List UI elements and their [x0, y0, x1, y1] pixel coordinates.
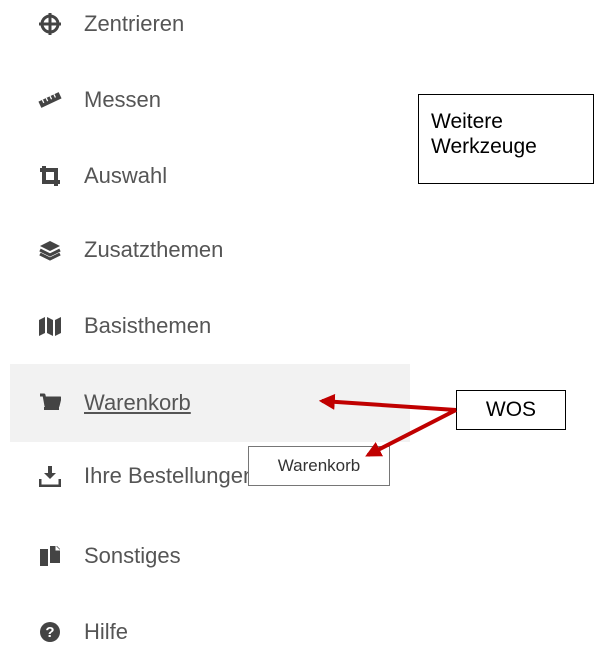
menu-item-label: Warenkorb [84, 390, 191, 415]
menu-item-label: Hilfe [84, 619, 129, 644]
crosshairs-icon [38, 12, 62, 36]
menu-item-zusatzthemen[interactable]: Zusatzthemen [10, 226, 410, 274]
download-icon [38, 464, 62, 488]
map-icon [38, 314, 62, 338]
help-icon: ? [38, 620, 62, 644]
files-icon [38, 544, 62, 568]
menu-item-hilfe[interactable]: ? Hilfe [10, 608, 410, 656]
callout-line: Werkzeuge [431, 135, 537, 158]
menu-item-label: Messen [84, 87, 162, 112]
menu-item-label: Zusatzthemen [84, 237, 224, 262]
menu-item-label: Basisthemen [84, 313, 212, 338]
callout-line: Weitere [431, 110, 503, 133]
menu-item-label: Zentrieren [84, 11, 185, 36]
menu-item-label: Ihre Bestellungen [84, 463, 256, 488]
menu-item-auswahl[interactable]: Auswahl [10, 152, 410, 200]
menu-item-label: Sonstiges [84, 543, 181, 568]
menu-item-sonstiges[interactable]: Sonstiges [10, 532, 410, 580]
svg-text:?: ? [45, 624, 54, 641]
crop-icon [38, 164, 62, 188]
menu-item-warenkorb[interactable]: Warenkorb [10, 364, 410, 442]
ruler-icon [38, 88, 62, 112]
callout-weitere-werkzeuge: Weitere Werkzeuge [418, 94, 594, 184]
menu-item-messen[interactable]: Messen [10, 76, 410, 124]
tooltip-warenkorb: Warenkorb [248, 446, 390, 486]
menu-item-label: Auswahl [84, 163, 168, 188]
layers-icon [38, 238, 62, 262]
menu-item-zentrieren[interactable]: Zentrieren [10, 0, 410, 48]
callout-wos: WOS [456, 390, 566, 430]
menu-item-basisthemen[interactable]: Basisthemen [10, 302, 410, 350]
cart-icon [38, 391, 62, 415]
